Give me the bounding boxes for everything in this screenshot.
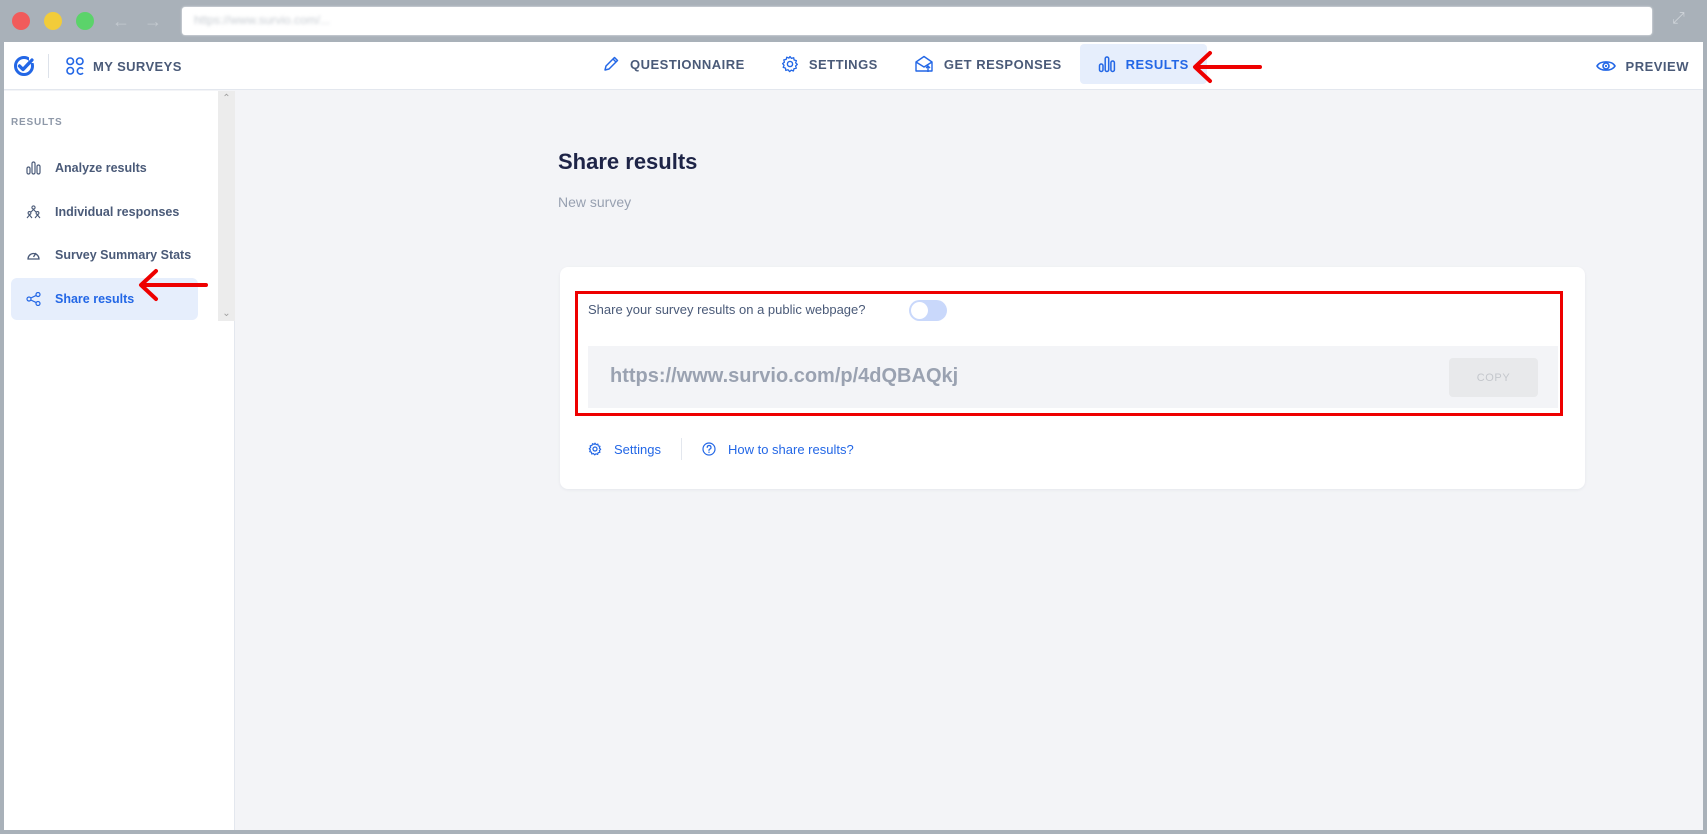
top-header: MY SURVEYS QUESTIONNAIRE SETTINGS GET RE… [4, 42, 1703, 90]
pencil-icon [604, 56, 619, 71]
maximize-window-button[interactable] [76, 12, 94, 30]
share-url-field[interactable]: https://www.survio.com/p/4dQBAQkj COPY [588, 346, 1558, 408]
sidebar-item-label: Analyze results [55, 161, 147, 175]
how-to-share-label: How to share results? [727, 441, 854, 457]
share-url-text: https://www.survio.com/p/4dQBAQkj [610, 365, 959, 387]
tab-settings[interactable]: SETTINGS [763, 44, 896, 84]
back-arrow-icon[interactable]: ← [112, 10, 130, 32]
tab-results[interactable]: RESULTS [1079, 44, 1207, 84]
main-tabs: QUESTIONNAIRE SETTINGS GET RESPONSES RES… [584, 44, 1207, 84]
public-share-toggle[interactable] [909, 300, 947, 321]
share-question-label: Share your survey results on a public we… [588, 302, 866, 317]
address-bar[interactable]: https://www.survio.com/... [182, 7, 1652, 35]
gauge-icon [27, 252, 40, 260]
how-to-share-link[interactable]: How to share results? [702, 442, 854, 457]
sidebar-scrollbar[interactable]: ⌃ ⌄ [218, 91, 235, 321]
preview-label: PREVIEW [1625, 58, 1689, 74]
tab-questionnaire[interactable]: QUESTIONNAIRE [584, 44, 763, 84]
app-window: MY SURVEYS QUESTIONNAIRE SETTINGS GET RE… [4, 42, 1703, 830]
eye-icon [1595, 61, 1616, 71]
scroll-down-icon[interactable]: ⌄ [218, 308, 235, 319]
tab-label: QUESTIONNAIRE [630, 56, 745, 72]
tab-label: RESULTS [1125, 56, 1189, 72]
grid-icon [66, 57, 84, 75]
bar-chart-icon [26, 161, 41, 175]
tab-label: SETTINGS [808, 56, 878, 72]
minimize-window-button[interactable] [44, 12, 62, 30]
tab-get-responses[interactable]: GET RESPONSES [896, 44, 1080, 84]
preview-button[interactable]: PREVIEW [1595, 53, 1689, 79]
sidebar-item-share-results[interactable]: Share results [11, 278, 198, 320]
sidebar-heading: RESULTS [11, 117, 63, 128]
copy-button[interactable]: COPY [1449, 358, 1538, 397]
settings-link[interactable]: Settings [588, 442, 661, 457]
my-surveys-label: MY SURVEYS [93, 58, 182, 74]
survey-name: New survey [558, 194, 632, 210]
envelope-upload-icon [915, 55, 933, 72]
card-links: Settings How to share results? [588, 437, 854, 461]
toggle-knob [911, 302, 928, 319]
header-divider [48, 54, 49, 78]
help-circle-icon [702, 442, 716, 456]
browser-chrome: ← → https://www.survio.com/... ⤢ [0, 0, 1707, 42]
scroll-up-icon[interactable]: ⌃ [218, 93, 235, 104]
bar-chart-icon [1098, 56, 1115, 73]
people-icon [26, 205, 41, 219]
share-icon [26, 292, 41, 306]
sidebar-item-label: Share results [55, 292, 135, 306]
page-title: Share results [558, 149, 698, 174]
close-window-button[interactable] [12, 12, 30, 30]
sidebar-item-individual-responses[interactable]: Individual responses [11, 191, 198, 233]
expand-icon[interactable]: ⤢ [1672, 10, 1685, 28]
sidebar-item-survey-summary-stats[interactable]: Survey Summary Stats [11, 234, 198, 276]
sidebar-item-label: Individual responses [55, 205, 180, 219]
gear-icon [588, 442, 602, 456]
survio-logo-icon[interactable] [13, 55, 35, 77]
settings-link-label: Settings [614, 441, 661, 457]
gear-icon [781, 55, 798, 73]
address-text: https://www.survio.com/... [194, 13, 331, 27]
forward-arrow-icon[interactable]: → [144, 10, 162, 32]
links-divider [680, 438, 682, 460]
tab-label: GET RESPONSES [943, 56, 1062, 72]
sidebar-item-label: Survey Summary Stats [55, 248, 192, 262]
sidebar: RESULTS Analyze results Individual respo… [4, 91, 235, 830]
share-results-card: Share your survey results on a public we… [560, 267, 1585, 489]
sidebar-item-analyze-results[interactable]: Analyze results [11, 147, 198, 189]
my-surveys-link[interactable]: MY SURVEYS [66, 53, 182, 79]
